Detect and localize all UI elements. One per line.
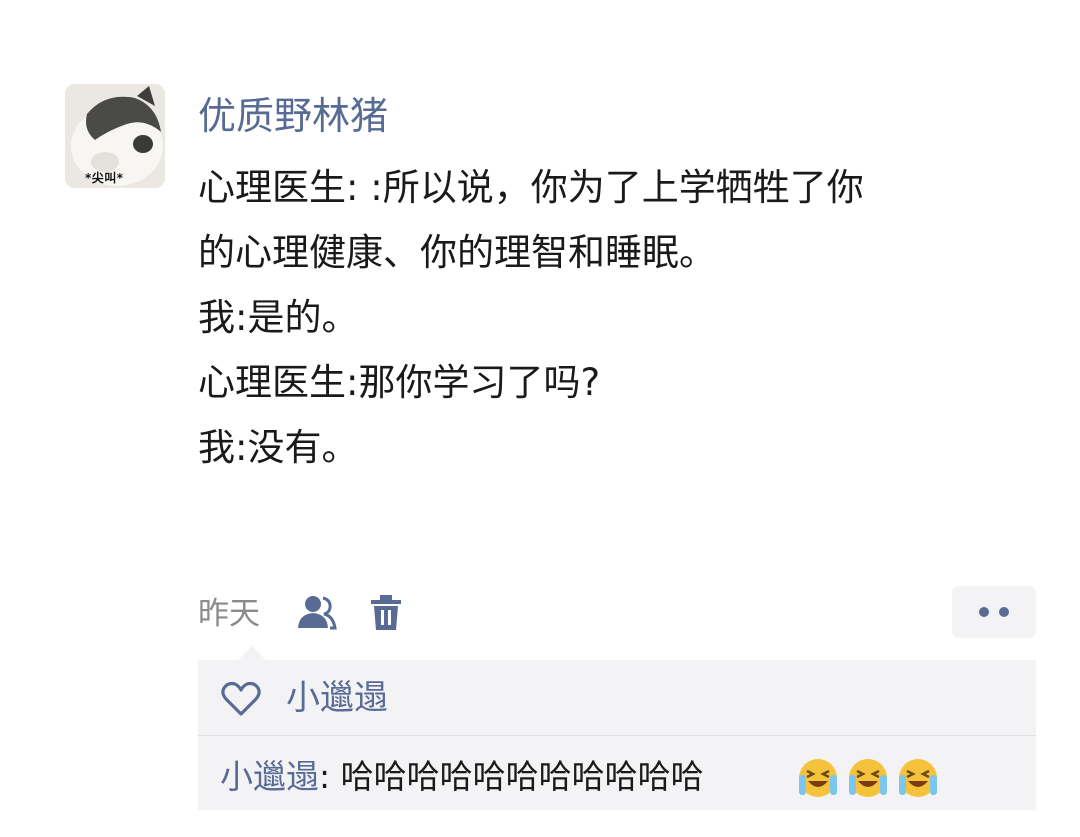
comment-row[interactable]: 小邋遢: 哈哈哈哈哈哈哈哈哈哈哈 — [220, 754, 937, 800]
post-line: 心理医生: :所以说，你为了上学牺牲了你 — [198, 166, 864, 209]
post-line: 我:没有。 — [198, 426, 359, 469]
dot-icon — [979, 607, 989, 617]
crying-laughing-emoji-icon — [799, 759, 837, 797]
post-meta-row: 昨天 — [198, 586, 1036, 638]
avatar-caption: *尖叫* — [85, 171, 124, 185]
trash-icon[interactable] — [368, 594, 404, 632]
dot-icon — [999, 607, 1009, 617]
people-icon[interactable] — [295, 594, 337, 632]
post-line: 的心理健康、你的理智和睡眠。 — [198, 231, 716, 274]
comment-author[interactable]: 小邋遢 — [220, 757, 319, 796]
comment-text: 哈哈哈哈哈哈哈哈哈哈哈 — [340, 757, 704, 796]
heart-outline-icon — [221, 681, 261, 716]
post-line: 我:是的。 — [198, 296, 359, 339]
likes-row: 小邋遢 — [198, 660, 1036, 736]
emoji-group — [795, 757, 945, 799]
crying-laughing-emoji-icon — [899, 759, 937, 797]
more-button[interactable] — [952, 586, 1036, 638]
post-time: 昨天 — [198, 596, 260, 632]
post-body: 心理医生: :所以说，你为了上学牺牲了你 的心理健康、你的理智和睡眠。 我:是的… — [198, 155, 1013, 480]
crying-laughing-emoji-icon — [849, 759, 887, 797]
interaction-panel: 小邋遢 小邋遢: 哈哈哈哈哈哈哈哈哈哈哈 — [198, 646, 1036, 810]
moment-post: *尖叫* 优质野林猪 心理医生: :所以说，你为了上学牺牲了你 的心理健康、你的… — [0, 0, 1080, 837]
post-username[interactable]: 优质野林猪 — [198, 92, 388, 140]
comment-separator: : — [319, 757, 341, 796]
post-line: 心理医生:那你学习了吗? — [198, 361, 601, 404]
avatar[interactable]: *尖叫* — [65, 84, 165, 188]
liker-name[interactable]: 小邋遢 — [286, 676, 388, 720]
